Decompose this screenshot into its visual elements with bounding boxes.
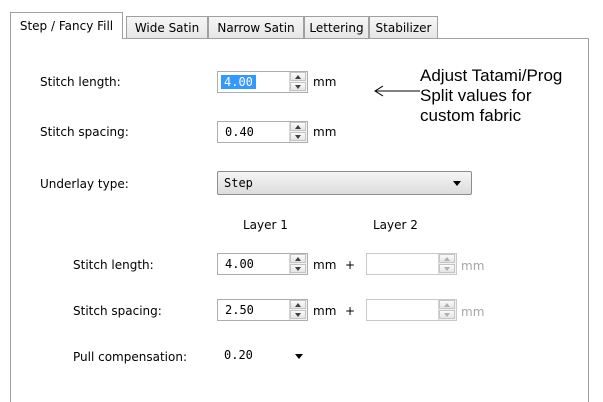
down-arrow-icon	[295, 84, 301, 89]
spin-up-button[interactable]	[290, 122, 306, 131]
up-arrow-icon	[444, 256, 450, 261]
up-arrow-icon	[295, 302, 301, 307]
spin-down-button[interactable]	[439, 310, 455, 319]
down-arrow-icon	[444, 312, 450, 317]
up-arrow-icon	[295, 124, 301, 129]
spin-buttons	[289, 254, 307, 274]
chevron-down-icon	[295, 354, 303, 359]
stitch-length-unit: mm	[313, 75, 337, 89]
spin-down-button[interactable]	[290, 132, 306, 141]
tab-step-fancy-fill[interactable]: Step / Fancy Fill	[10, 12, 123, 39]
spin-down-button[interactable]	[439, 264, 455, 273]
underlay-type-label: Underlay type:	[40, 177, 129, 191]
down-arrow-icon	[295, 134, 301, 139]
layer-2-stitch-length-unit: mm	[461, 259, 485, 273]
plus-sign: +	[345, 304, 356, 318]
stitch-spacing-spinbox[interactable]: 0.40	[217, 121, 308, 143]
spin-up-button[interactable]	[439, 300, 455, 309]
up-arrow-icon	[295, 74, 301, 79]
underlay-stitch-spacing-unit: mm	[313, 304, 337, 318]
underlay-stitch-length-value[interactable]: 4.00	[225, 257, 254, 271]
spin-buttons	[438, 300, 456, 320]
spin-up-button[interactable]	[439, 254, 455, 263]
tab-label: Stabilizer	[375, 21, 432, 35]
tab-label: Narrow Satin	[217, 21, 295, 35]
underlay-type-value: Step	[224, 176, 253, 190]
spin-up-button[interactable]	[290, 300, 306, 309]
spin-buttons	[289, 300, 307, 320]
stitch-spacing-value[interactable]: 0.40	[225, 125, 254, 139]
spin-buttons	[438, 254, 456, 274]
spin-down-button[interactable]	[290, 310, 306, 319]
pull-compensation-label: Pull compensation:	[73, 350, 187, 364]
stitch-length-value[interactable]: 4.00	[221, 75, 256, 89]
callout-arrow-icon	[374, 85, 420, 97]
stitch-length-label: Stitch length:	[40, 75, 121, 89]
tab-label: Lettering	[309, 21, 364, 35]
spin-up-button[interactable]	[290, 72, 306, 81]
underlay-stitch-length-label: Stitch length:	[73, 258, 154, 272]
tab-narrow-satin[interactable]: Narrow Satin	[208, 16, 304, 38]
spin-up-button[interactable]	[290, 254, 306, 263]
tab-label: Step / Fancy Fill	[19, 19, 114, 33]
down-arrow-icon	[295, 312, 301, 317]
spin-down-button[interactable]	[290, 82, 306, 91]
spin-down-button[interactable]	[290, 264, 306, 273]
spin-buttons	[289, 122, 307, 142]
down-arrow-icon	[295, 266, 301, 271]
underlay-stitch-spacing-spinbox[interactable]: 2.50	[217, 299, 308, 321]
layer-2-header: Layer 2	[373, 218, 418, 232]
annotation-line: custom fabric	[420, 106, 522, 125]
tab-wide-satin[interactable]: Wide Satin	[126, 16, 208, 38]
plus-sign: +	[345, 258, 356, 272]
down-arrow-icon	[444, 266, 450, 271]
tab-stabilizer[interactable]: Stabilizer	[369, 16, 438, 38]
stitch-length-spinbox[interactable]: 4.00	[217, 71, 308, 93]
up-arrow-icon	[444, 302, 450, 307]
underlay-stitch-spacing-label: Stitch spacing:	[73, 304, 162, 318]
up-arrow-icon	[295, 256, 301, 261]
chevron-down-icon	[453, 181, 461, 186]
underlay-stitch-spacing-value[interactable]: 2.50	[225, 303, 254, 317]
layer-2-stitch-spacing-spinbox[interactable]	[366, 299, 457, 321]
tab-label: Wide Satin	[134, 21, 200, 35]
annotation-callout: Adjust Tatami/Prog Split values for cust…	[420, 66, 562, 126]
stitch-spacing-label: Stitch spacing:	[40, 125, 129, 139]
spin-buttons	[289, 72, 307, 92]
pull-compensation-value: 0.20	[224, 348, 253, 362]
underlay-stitch-length-spinbox[interactable]: 4.00	[217, 253, 308, 275]
layer-2-stitch-length-spinbox[interactable]	[366, 253, 457, 275]
stitch-spacing-unit: mm	[313, 125, 337, 139]
annotation-line: Adjust Tatami/Prog	[420, 66, 563, 85]
annotation-line: Split values for	[420, 86, 532, 105]
pull-compensation-select[interactable]: 0.20	[217, 345, 309, 367]
tab-lettering[interactable]: Lettering	[304, 16, 369, 38]
underlay-stitch-length-unit: mm	[313, 258, 337, 272]
layer-2-stitch-spacing-unit: mm	[461, 305, 485, 319]
underlay-type-select[interactable]: Step	[217, 171, 472, 195]
layer-1-header: Layer 1	[243, 218, 288, 232]
